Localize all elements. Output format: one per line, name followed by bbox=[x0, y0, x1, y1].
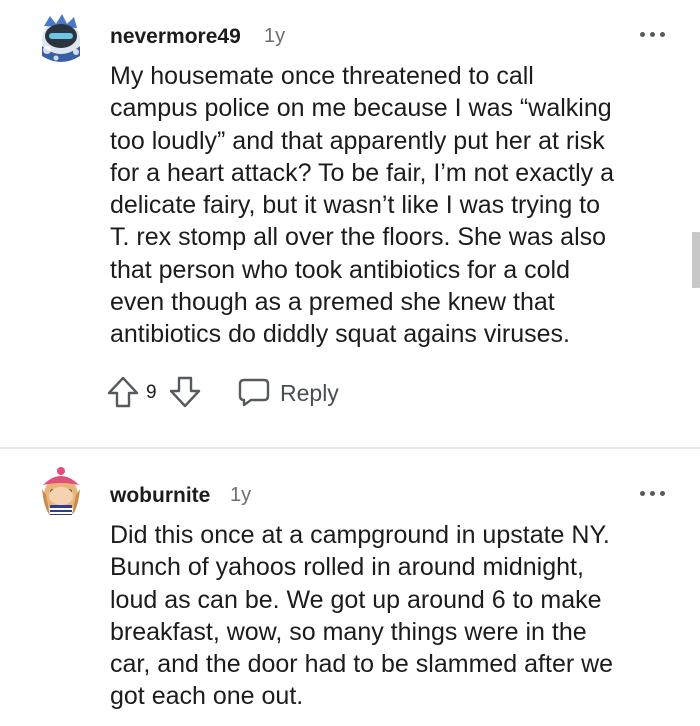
more-options-icon[interactable] bbox=[640, 489, 666, 499]
comment-body-line: even though as a premed she knew that bbox=[110, 288, 555, 317]
more-options-icon[interactable] bbox=[640, 30, 666, 40]
comment-body-line: My housemate once threatened to call bbox=[110, 62, 534, 90]
comment-body-line: Did this once at a campground in upstate… bbox=[110, 521, 610, 549]
downvote-button[interactable] bbox=[168, 374, 202, 410]
comment-body-line: antibiotics do diddly squat agains virus… bbox=[110, 320, 570, 349]
user-avatar[interactable] bbox=[36, 465, 86, 517]
comment-body-line: car, and the door had to be slammed afte… bbox=[110, 650, 614, 679]
downvote-arrow-icon bbox=[169, 376, 201, 408]
comment-thread: nevermore49 1y My housemate once threate… bbox=[0, 0, 700, 726]
comment: woburnite 1y Did this once at a campgrou… bbox=[0, 449, 700, 726]
comment-body: Did this once at a campground in upstate… bbox=[110, 519, 680, 713]
comment-username[interactable]: woburnite bbox=[110, 484, 210, 508]
comment-body-line: for a heart attack? To be fair, I’m not … bbox=[110, 158, 614, 187]
comment-body-line: campus police on me because I was “walki… bbox=[110, 94, 612, 123]
comment-username[interactable]: nevermore49 bbox=[110, 25, 241, 49]
comment-body-line: too loudly” and that apparently put her … bbox=[110, 126, 605, 155]
snoo-avatar-blue-helmet-icon bbox=[42, 14, 80, 62]
comment: nevermore49 1y My housemate once threate… bbox=[0, 0, 700, 448]
comment-body-line: got each one out. bbox=[110, 682, 304, 711]
user-avatar[interactable] bbox=[36, 12, 86, 64]
comment-body-line: Bunch of yahoos rolled in around midnigh… bbox=[110, 553, 584, 582]
vote-score: 9 bbox=[146, 382, 157, 403]
comment-age: 1y bbox=[264, 25, 286, 47]
comment-body-line: loud as can be. We got up around 6 to ma… bbox=[110, 585, 602, 614]
comment-age: 1y bbox=[230, 484, 252, 506]
upvote-arrow-icon bbox=[107, 376, 139, 408]
reply-button[interactable]: Reply bbox=[238, 374, 358, 410]
comment-body-line: T. rex stomp all over the floors. She wa… bbox=[110, 223, 607, 252]
scrollbar-thumb[interactable] bbox=[692, 232, 700, 288]
snoo-avatar-pink-hat-icon bbox=[42, 467, 80, 515]
comment-actions: 9 Reply bbox=[106, 372, 406, 412]
comment-body: My housemate once threatened to call cam… bbox=[110, 60, 680, 351]
comment-body-line: breakfast, wow, so many things were in t… bbox=[110, 617, 587, 646]
reply-bubble-icon bbox=[238, 378, 270, 407]
comment-body-line: that person who took antibiotics for a c… bbox=[110, 255, 570, 284]
reply-label: Reply bbox=[280, 380, 339, 406]
comment-body-line: delicate fairy, but it wasn’t like I was… bbox=[110, 191, 601, 220]
upvote-button[interactable] bbox=[106, 374, 140, 410]
